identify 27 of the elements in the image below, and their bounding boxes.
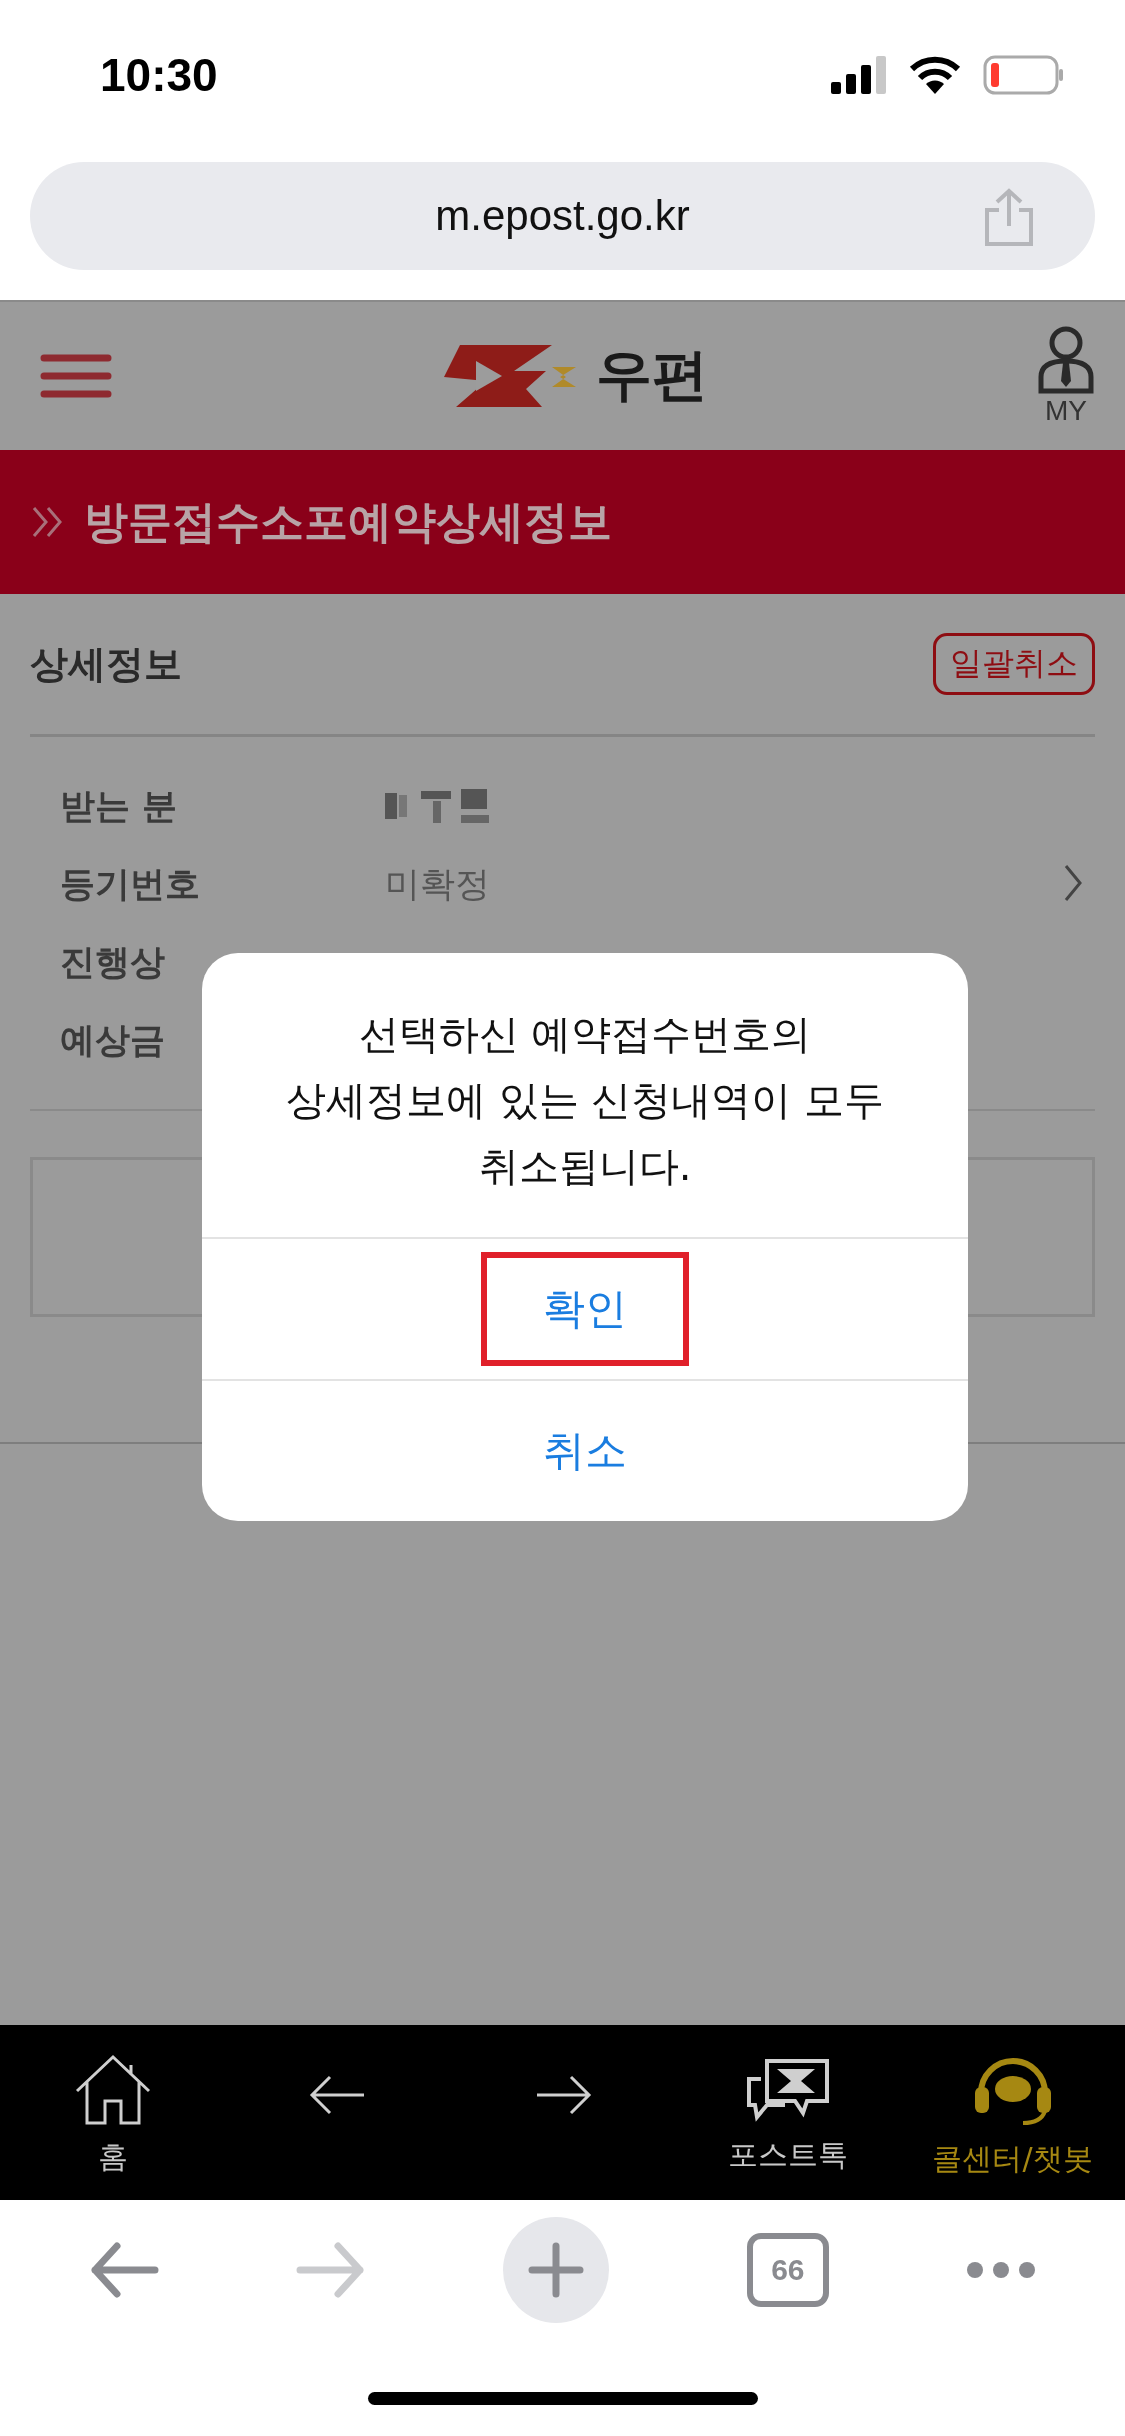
page-title: 방문접수소포예약상세정보 <box>84 494 612 549</box>
signal-icon <box>831 56 887 94</box>
share-icon[interactable] <box>983 188 1035 248</box>
wifi-icon <box>909 56 961 94</box>
detail-label: 등기번호 <box>60 862 201 906</box>
address-bar[interactable]: m.epost.go.kr <box>30 162 1095 270</box>
back-button[interactable] <box>88 2242 159 2298</box>
plus-icon <box>528 2242 585 2298</box>
nav-item[interactable]: 포스트톡 <box>675 2025 900 2200</box>
my-page-button[interactable]: MY <box>1037 325 1095 427</box>
cancel-all-button[interactable]: 일괄취소 <box>933 633 1095 695</box>
chevron-right-icon[interactable] <box>1063 863 1083 903</box>
logo-text: 우편 <box>595 341 708 409</box>
more-icon[interactable] <box>966 2261 1037 2279</box>
battery-icon <box>983 55 1065 95</box>
nav-item[interactable]: 콜센터/챗봇 <box>900 2025 1125 2200</box>
dialog-message: 선택하신 예약접수번호의 상세정보에 있는 신청내역이 모두 취소됩니다. <box>284 1010 886 1191</box>
detail-value: 미확정 <box>385 862 490 906</box>
dialog-button[interactable]: 확인 <box>481 1252 689 1366</box>
detail-label: 받는 분 <box>60 784 179 828</box>
menu-icon[interactable] <box>40 352 112 400</box>
dialog-button[interactable]: 취소 <box>481 1394 689 1508</box>
detail-label: 진행상 <box>60 940 166 984</box>
section-title: 상세정보 <box>30 640 182 688</box>
status-time: 10:30 <box>100 48 218 102</box>
tab-count-button[interactable]: 66 <box>746 2233 829 2307</box>
nav-item[interactable]: 홈 <box>0 2025 225 2200</box>
